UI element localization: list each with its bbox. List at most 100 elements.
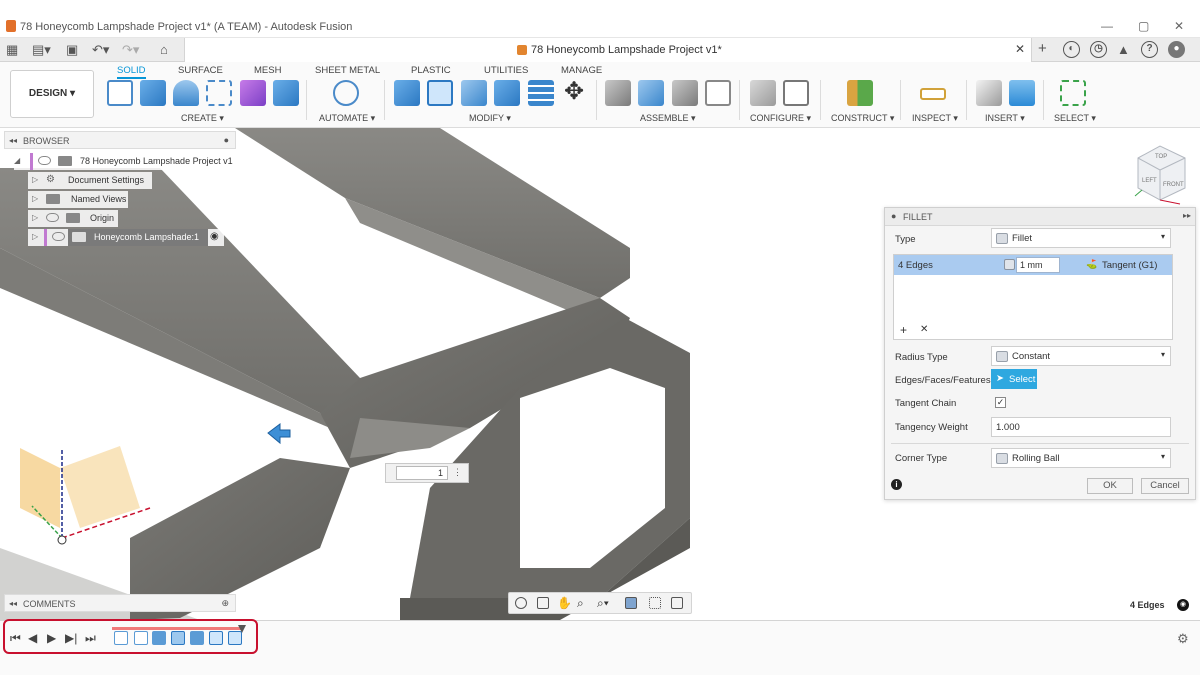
browser-item-component[interactable]: ▷ Honeycomb Lampshade:1 ◉ <box>28 229 224 246</box>
save-icon[interactable]: ▣ <box>66 42 78 58</box>
orbit-icon[interactable] <box>515 597 527 609</box>
combine-icon[interactable] <box>528 80 554 106</box>
create-menu[interactable]: CREATE ▾ <box>181 113 224 124</box>
expand-arrow-icon[interactable]: ◢ <box>14 156 20 165</box>
insert-derive-icon[interactable] <box>976 80 1002 106</box>
edges-selection-row[interactable]: 4 Edges 1 mm ⛳ Tangent (G1) <box>894 255 1172 275</box>
move-copy-icon[interactable]: ✥ <box>561 80 587 106</box>
viewports-icon[interactable] <box>671 597 683 609</box>
box-icon[interactable] <box>273 80 299 106</box>
inspect-menu[interactable]: INSPECT ▾ <box>912 113 958 124</box>
configure-menu[interactable]: CONFIGURE ▾ <box>750 113 811 124</box>
tab-plastic[interactable]: PLASTIC <box>411 65 451 76</box>
browser-pin-icon[interactable]: ● <box>224 135 229 145</box>
maximize-button[interactable]: ▢ <box>1138 19 1149 33</box>
home-icon[interactable]: ⌂ <box>160 42 168 57</box>
browser-item-named-views[interactable]: ▷ Named Views <box>28 191 128 208</box>
corner-type-dropdown[interactable]: Rolling Ball ▾ <box>991 448 1171 468</box>
joint-icon[interactable] <box>605 80 631 106</box>
select-window-icon[interactable] <box>1060 80 1086 106</box>
info-icon[interactable]: i <box>891 479 902 490</box>
job-status-icon[interactable]: ◷ <box>1090 41 1107 58</box>
help-icon[interactable]: ? <box>1141 41 1158 58</box>
assemble-menu[interactable]: ASSEMBLE ▾ <box>640 113 696 124</box>
as-built-joint-icon[interactable] <box>672 80 698 106</box>
extensions-icon[interactable]: ◐ <box>1063 41 1080 58</box>
tab-utilities[interactable]: UTILITIES <box>484 65 528 76</box>
configure-icon[interactable] <box>750 80 776 106</box>
fit-icon[interactable]: ⌕▾ <box>597 596 609 611</box>
measure-icon[interactable] <box>920 88 946 100</box>
extrude-icon[interactable] <box>140 80 166 106</box>
redo-icon[interactable]: ↷▾ <box>122 42 139 58</box>
workspace-switcher[interactable]: DESIGN ▾ <box>10 70 94 118</box>
automate-icon[interactable] <box>333 80 359 106</box>
browser-item-document-settings[interactable]: ▷ ⚙ Document Settings <box>28 172 152 189</box>
collapse-comments-icon[interactable]: ◂◂ <box>9 599 17 608</box>
input-options-icon[interactable]: ⋮ <box>453 467 462 478</box>
remove-selection-button[interactable]: ✕ <box>920 324 928 335</box>
timeline-settings-gear-icon[interactable]: ⚙ <box>1177 631 1189 647</box>
configure-rules-icon[interactable] <box>783 80 809 106</box>
tangency-weight-input[interactable]: 1.000 <box>991 417 1171 437</box>
insert-menu[interactable]: INSERT ▾ <box>985 113 1025 124</box>
look-at-icon[interactable] <box>537 597 549 609</box>
grid-settings-icon[interactable] <box>649 597 661 609</box>
selection-filter-icon[interactable]: ◉ <box>1177 599 1189 611</box>
sweep-icon[interactable] <box>206 80 232 106</box>
add-selection-button[interactable]: + <box>900 323 907 337</box>
type-dropdown[interactable]: Fillet ▾ <box>991 228 1171 248</box>
form-icon[interactable] <box>240 80 266 106</box>
close-window-button[interactable]: ✕ <box>1174 19 1184 33</box>
zoom-icon[interactable]: ⌕ <box>577 596 584 611</box>
visibility-eye-icon[interactable] <box>46 213 59 222</box>
fillet-icon[interactable] <box>427 80 453 106</box>
notifications-icon[interactable]: ▲ <box>1117 42 1130 57</box>
press-pull-icon[interactable] <box>394 80 420 106</box>
browser-item-origin[interactable]: ▷ Origin <box>28 210 118 227</box>
expand-arrow-icon[interactable]: ▷ <box>32 213 38 222</box>
apps-grid-icon[interactable]: ▦ <box>6 42 18 58</box>
document-tab[interactable]: 78 Honeycomb Lampshade Project v1* ✕ <box>184 38 1032 62</box>
browser-panel-header[interactable]: ◂◂ BROWSER ● <box>4 131 236 149</box>
radius-field[interactable]: 1 mm <box>1016 257 1060 273</box>
shell-icon[interactable] <box>494 80 520 106</box>
tangent-chain-checkbox[interactable]: ✓ <box>995 397 1006 408</box>
expand-dialog-icon[interactable]: ▸▸ <box>1183 211 1191 220</box>
add-comment-icon[interactable]: ⊕ <box>221 598 229 609</box>
create-sketch-icon[interactable] <box>107 80 133 106</box>
expand-arrow-icon[interactable]: ▷ <box>32 232 38 241</box>
configure-table-icon[interactable] <box>705 80 731 106</box>
display-settings-icon[interactable] <box>625 597 637 609</box>
minimize-button[interactable]: — <box>1101 19 1113 33</box>
activate-component-icon[interactable]: ◉ <box>210 231 219 242</box>
visibility-eye-icon[interactable] <box>38 156 51 165</box>
modify-menu[interactable]: MODIFY ▾ <box>469 113 511 124</box>
offset-plane-icon[interactable] <box>847 80 873 106</box>
file-menu-icon[interactable]: ▤▾ <box>32 42 51 58</box>
browser-item-root[interactable]: ◢ 78 Honeycomb Lampshade Project v1 <box>14 153 234 170</box>
tab-sheet-metal[interactable]: SHEET METAL <box>315 65 380 76</box>
ok-button[interactable]: OK <box>1087 478 1133 494</box>
fillet-dialog-header[interactable]: ● FILLET ▸▸ <box>885 208 1195 226</box>
construct-menu[interactable]: CONSTRUCT ▾ <box>831 113 894 124</box>
close-tab-icon[interactable]: ✕ <box>1015 42 1025 56</box>
tab-solid[interactable]: SOLID <box>117 65 146 79</box>
automate-menu[interactable]: AUTOMATE ▾ <box>319 113 375 124</box>
new-component-icon[interactable] <box>638 80 664 106</box>
new-tab-icon[interactable]: + <box>1038 40 1047 57</box>
fillet-drag-arrow[interactable] <box>267 423 291 445</box>
insert-canvas-icon[interactable] <box>1009 80 1035 106</box>
tab-mesh[interactable]: MESH <box>254 65 281 76</box>
expand-arrow-icon[interactable]: ▷ <box>32 175 38 184</box>
pan-icon[interactable]: ✋ <box>557 596 572 610</box>
collapse-browser-icon[interactable]: ◂◂ <box>9 136 17 145</box>
upper-rail[interactable] <box>235 128 630 298</box>
tab-surface[interactable]: SURFACE <box>178 65 223 76</box>
profile-icon[interactable]: ● <box>1168 41 1185 58</box>
undo-icon[interactable]: ↶▾ <box>92 42 109 58</box>
comments-panel-header[interactable]: ◂◂ COMMENTS ⊕ <box>4 594 236 612</box>
select-menu[interactable]: SELECT ▾ <box>1054 113 1096 124</box>
tab-manage[interactable]: MANAGE <box>561 65 602 76</box>
radius-value-input[interactable]: 1 <box>396 466 448 480</box>
